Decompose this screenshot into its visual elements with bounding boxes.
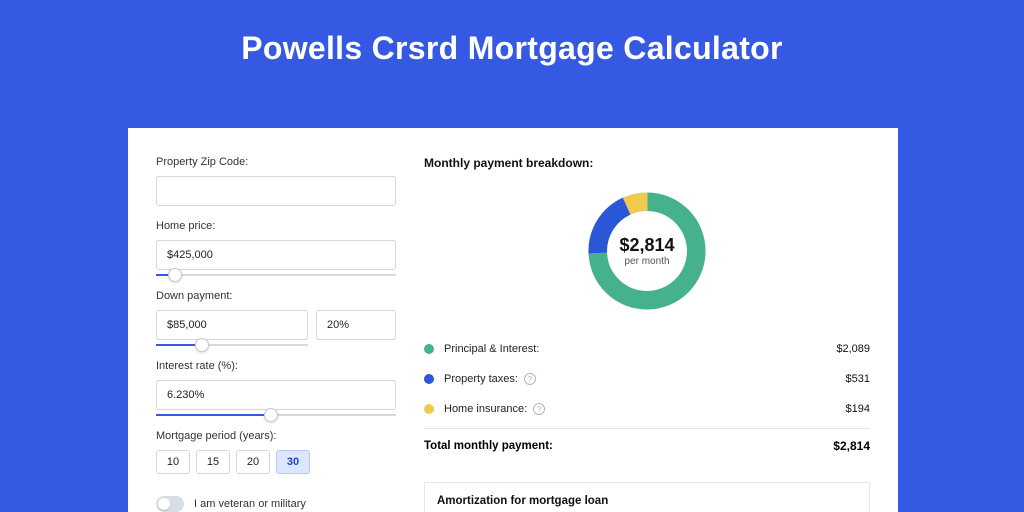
down-payment-label: Down payment: bbox=[156, 290, 396, 302]
down-payment-pct-wrap bbox=[316, 310, 396, 346]
donut-center-value: $2,814 bbox=[619, 235, 674, 256]
zip-group: Property Zip Code: bbox=[156, 156, 396, 206]
legend-total-row: Total monthly payment: $2,814 bbox=[424, 428, 870, 462]
form-panel: Property Zip Code: Home price: Down paym… bbox=[156, 156, 396, 512]
period-option-10[interactable]: 10 bbox=[156, 450, 190, 474]
period-label: Mortgage period (years): bbox=[156, 430, 396, 442]
period-option-15[interactable]: 15 bbox=[196, 450, 230, 474]
legend-value: $194 bbox=[846, 403, 870, 415]
legend: Principal & Interest: $2,089 Property taxe… bbox=[424, 334, 870, 424]
veteran-toggle-knob bbox=[158, 498, 170, 510]
period-group: Mortgage period (years): 10152030 bbox=[156, 430, 396, 474]
page-title: Powells Crsrd Mortgage Calculator bbox=[0, 0, 1024, 67]
rate-slider[interactable] bbox=[156, 414, 396, 416]
period-options: 10152030 bbox=[156, 450, 396, 474]
info-icon[interactable]: ? bbox=[524, 373, 536, 385]
down-payment-slider-thumb[interactable] bbox=[195, 338, 209, 352]
legend-total-label: Total monthly payment: bbox=[424, 440, 553, 452]
legend-dot bbox=[424, 374, 434, 384]
rate-input[interactable] bbox=[156, 380, 396, 410]
period-option-30[interactable]: 30 bbox=[276, 450, 310, 474]
zip-label: Property Zip Code: bbox=[156, 156, 396, 168]
down-payment-pct-input[interactable] bbox=[316, 310, 396, 340]
rate-slider-thumb[interactable] bbox=[264, 408, 278, 422]
veteran-row: I am veteran or military bbox=[156, 496, 396, 512]
veteran-label: I am veteran or military bbox=[194, 498, 306, 510]
legend-value: $2,089 bbox=[836, 343, 870, 355]
period-option-20[interactable]: 20 bbox=[236, 450, 270, 474]
legend-label: Property taxes: bbox=[444, 373, 518, 385]
zip-input[interactable] bbox=[156, 176, 396, 206]
breakdown-panel: Monthly payment breakdown: $2,814 per mo… bbox=[424, 156, 870, 512]
legend-label: Principal & Interest: bbox=[444, 343, 539, 355]
donut-center-sub: per month bbox=[624, 256, 669, 267]
donut-center: $2,814 per month bbox=[582, 186, 712, 316]
rate-slider-fill bbox=[156, 414, 271, 416]
calculator-card: Property Zip Code: Home price: Down paym… bbox=[128, 128, 898, 512]
home-price-label: Home price: bbox=[156, 220, 396, 232]
legend-total-value: $2,814 bbox=[833, 439, 870, 453]
home-price-group: Home price: bbox=[156, 220, 396, 276]
legend-row-2: Home insurance:? $194 bbox=[424, 394, 870, 424]
legend-dot bbox=[424, 404, 434, 414]
down-payment-amount-input[interactable] bbox=[156, 310, 308, 340]
legend-value: $531 bbox=[846, 373, 870, 385]
legend-row-1: Property taxes:? $531 bbox=[424, 364, 870, 394]
down-payment-row bbox=[156, 310, 396, 346]
columns: Property Zip Code: Home price: Down paym… bbox=[128, 128, 898, 512]
rate-label: Interest rate (%): bbox=[156, 360, 396, 372]
rate-group: Interest rate (%): bbox=[156, 360, 396, 416]
home-price-input[interactable] bbox=[156, 240, 396, 270]
breakdown-heading: Monthly payment breakdown: bbox=[424, 156, 870, 170]
amortization-box: Amortization for mortgage loan Amortizat… bbox=[424, 482, 870, 512]
amortization-heading: Amortization for mortgage loan bbox=[437, 495, 857, 507]
legend-dot bbox=[424, 344, 434, 354]
down-payment-group: Down payment: bbox=[156, 290, 396, 346]
page-root: Powells Crsrd Mortgage Calculator Proper… bbox=[0, 0, 1024, 512]
down-payment-slider[interactable] bbox=[156, 344, 308, 346]
home-price-slider[interactable] bbox=[156, 274, 396, 276]
down-payment-amount-wrap bbox=[156, 310, 308, 346]
legend-label: Home insurance: bbox=[444, 403, 527, 415]
home-price-slider-thumb[interactable] bbox=[168, 268, 182, 282]
donut-chart: $2,814 per month bbox=[582, 186, 712, 316]
legend-row-0: Principal & Interest: $2,089 bbox=[424, 334, 870, 364]
veteran-toggle[interactable] bbox=[156, 496, 184, 512]
donut-wrap: $2,814 per month bbox=[424, 180, 870, 328]
info-icon[interactable]: ? bbox=[533, 403, 545, 415]
